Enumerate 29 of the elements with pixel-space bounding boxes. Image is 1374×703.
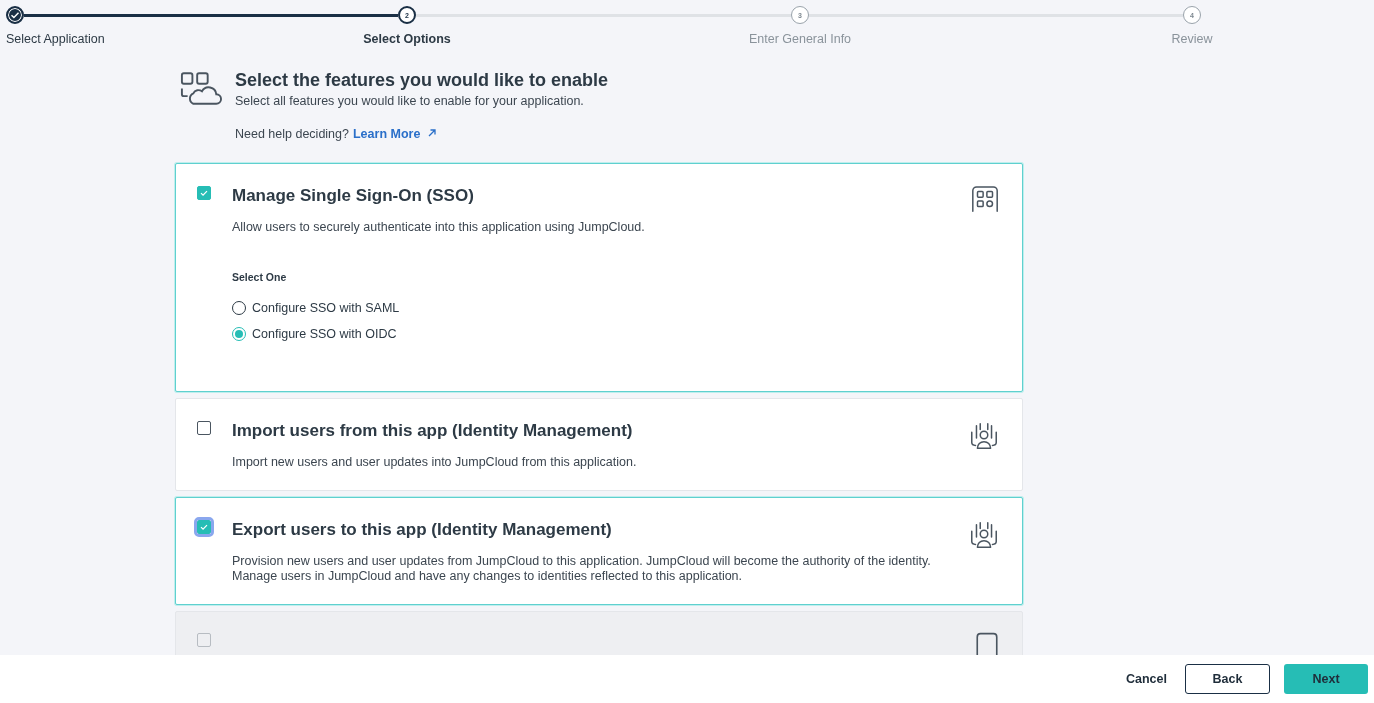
step-label: Select Options (363, 32, 451, 46)
apps-cloud-icon (180, 71, 222, 106)
window-icon (974, 632, 1000, 655)
next-button[interactable]: Next (1284, 664, 1368, 694)
feature-title: Import users from this app (Identity Management) (232, 421, 634, 441)
users-group-icon (968, 420, 1000, 452)
step-label: Select Application (6, 32, 105, 46)
feature-title: Export users to this app (Identity Management) (232, 520, 613, 540)
feature-title: Manage Single Sign-On (SSO) (232, 186, 475, 206)
page-title: Select the features you would like to enable (235, 70, 609, 91)
feature-description: Allow users to securely authenticate into this application using JumpCloud. (232, 220, 646, 235)
external-link-icon (426, 128, 437, 138)
checkbox[interactable] (197, 520, 211, 534)
checkbox[interactable] (197, 421, 211, 435)
feature-description: Provision new users and user updates from JumpCloud to this application. JumpCloud will become the authority of the identity. Manage users in JumpCloud and have any changes to identities reflected to this application. (232, 554, 932, 584)
app-grid-icon (970, 185, 1000, 215)
radio-option[interactable]: Configure SSO with SAML (232, 301, 400, 315)
page-subtitle: Select all features you would like to enable for your application. (235, 94, 585, 108)
users-group-icon (968, 519, 1000, 551)
radio-option[interactable]: Configure SSO with OIDC (232, 327, 397, 341)
feature-description: Import new users and user updates into JumpCloud from this application. (232, 455, 638, 470)
options-label: Select One (232, 271, 288, 283)
checkbox[interactable] (197, 186, 211, 200)
learn-more-link[interactable]: Learn More (353, 127, 437, 141)
step-label: Enter General Info (748, 32, 852, 46)
back-button[interactable]: Back (1185, 664, 1270, 694)
cancel-button[interactable]: Cancel (1122, 664, 1171, 694)
help-text: Need help deciding? (235, 127, 349, 141)
step-label: Review (1171, 32, 1213, 46)
